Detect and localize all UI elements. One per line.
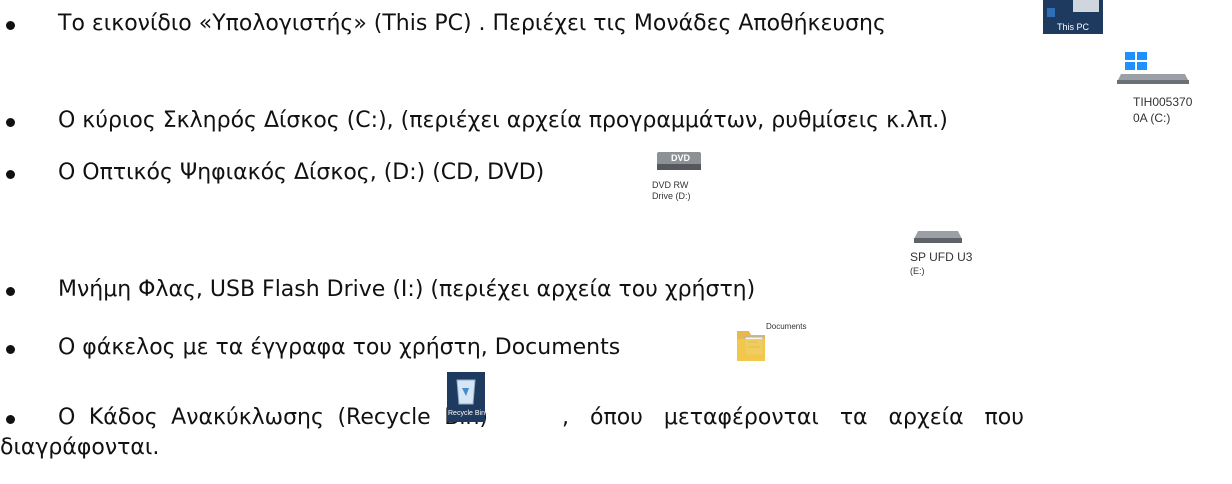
item-text: Μνήμη Φλας, USB Flash Drive (I:) (περιέχ… (58, 277, 756, 302)
documents-label: Documents (766, 322, 807, 331)
usb-label-line1: SP UFD U3 (910, 250, 973, 264)
drive-c-label-line1: TIH005370 (1133, 95, 1193, 109)
item-text-line2: διαγράφονται. (0, 435, 160, 460)
bullet (6, 118, 15, 127)
dvd-label-line1: DVD RW (652, 180, 689, 190)
this-pc-label: This PC (1057, 22, 1090, 32)
word: Ο (58, 405, 76, 430)
dvd-drive-icon: DVD (653, 150, 705, 176)
dvd-label-line2: Drive (D:) (652, 191, 691, 201)
word: Ανακύκλωσης (171, 405, 324, 430)
bullet (6, 21, 15, 30)
item-text-line1: Ο Κάδος Ανακύκλωσης (Recycle Bin) , όπου… (58, 405, 1228, 431)
bullet (6, 287, 15, 296)
bullet (6, 415, 15, 424)
dvd-badge: DVD (671, 153, 691, 163)
recycle-bin-icon: Recycle Bin (447, 372, 485, 422)
word: Κάδος (88, 405, 158, 430)
this-pc-icon: This PC (1043, 0, 1103, 34)
recycle-bin-label: Recycle Bin (448, 410, 485, 417)
word: (Recycle (337, 405, 431, 430)
item-text-after: , όπου μεταφέρονται τα αρχεία που (562, 405, 1024, 430)
bullet (6, 345, 15, 354)
usb-drive-icon (910, 225, 974, 249)
documents-folder-icon (735, 325, 773, 365)
item-text: Ο φάκελος με τα έγγραφα του χρήστη, Docu… (58, 335, 621, 360)
item-text: Ο κύριος Σκληρός Δίσκος (C:), (περιέχει … (58, 108, 948, 133)
item-text: Ο Οπτικός Ψηφιακός Δίσκος, (D:) (CD, DVD… (58, 160, 545, 185)
windows-drive-icon (1115, 46, 1195, 86)
usb-label-line2: (E:) (910, 266, 925, 276)
bullet (6, 170, 15, 179)
drive-c-label-line2: 0A (C:) (1133, 111, 1171, 125)
item-text: Το εικονίδιο «Υπολογιστής» (This PC) . Π… (58, 11, 886, 36)
